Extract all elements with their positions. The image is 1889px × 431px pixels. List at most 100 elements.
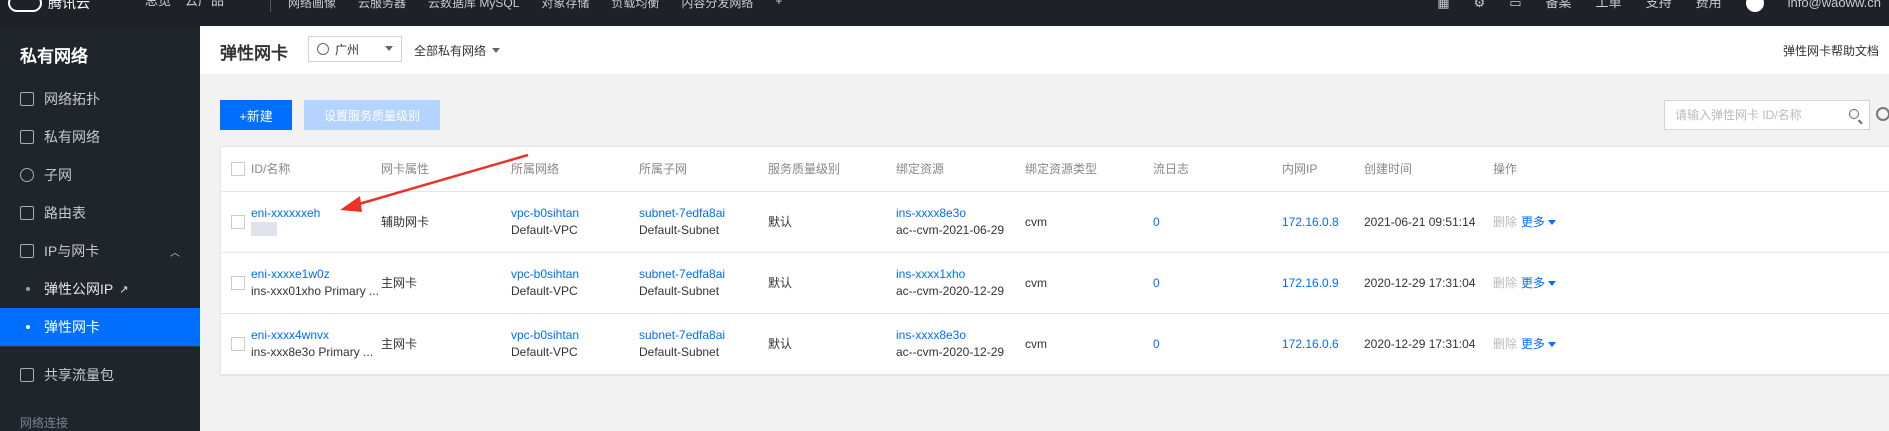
subnet-id-link[interactable]: subnet-7edfa8ai [639,327,725,343]
sidebar-item-eip[interactable]: 弹性公网IP ↗ [0,270,200,308]
set-qos-button[interactable]: 设置服务质量级别 [304,100,440,130]
more-label: 更多 [1521,215,1546,229]
topology-icon [20,92,34,106]
resource-id-link[interactable]: ins-xxxx1xho [896,266,965,282]
chevron-down-icon [1548,281,1557,287]
logo-text: 腾讯云 [48,0,90,11]
mail-icon[interactable]: ▭ [1509,0,1521,10]
nav-shortcut[interactable]: 负载均衡 [611,0,659,11]
chevron-down-icon [1548,220,1557,226]
eni-id-link[interactable]: eni-xxxxxxeh [251,205,320,221]
sidebar-item-label: 路由表 [44,205,86,221]
private-ip[interactable]: 172.16.0.8 [1282,214,1339,230]
delete-button[interactable]: 删除 [1493,214,1517,230]
flow-log-count[interactable]: 0 [1153,336,1160,352]
user-email[interactable]: info@waoww.cn [1788,0,1881,10]
col-actions: 操作 [1493,162,1518,176]
logo[interactable]: 腾讯云 [8,0,90,12]
eni-name: ins-xxx8e3o Primary ... [251,345,374,359]
nav-shortcut[interactable]: 内容分发网络 [681,0,753,11]
eni-name [251,222,277,236]
flow-log-count[interactable]: 0 [1153,275,1160,291]
subnet-icon [20,168,34,182]
private-ip[interactable]: 172.16.0.9 [1282,275,1339,291]
sidebar-item-topology[interactable]: 网络拓扑 [0,80,200,118]
sidebar-item-vpc[interactable]: 私有网络 [0,118,200,156]
sidebar-divider [0,346,200,347]
resource-id-link[interactable]: ins-xxxx8e3o [896,327,966,343]
sidebar-title: 私有网络 [20,47,88,66]
sidebar-item-label: 网络拓扑 [44,91,100,107]
nav-beian[interactable]: 备案 [1546,0,1572,10]
vpc-name: Default-VPC [511,284,578,298]
more-dropdown[interactable]: 更多 [1521,336,1557,352]
nav-shortcuts: 网络画像 云服务器 云数据库 MySQL 对象存储 负载均衡 内容分发网络 + [288,0,782,11]
sidebar-item-subnet[interactable]: 子网 [0,156,200,194]
page-header: 弹性网卡 广州 全部私有网络 弹性网卡帮助文档 [200,26,1889,75]
subnet-name: Default-Subnet [639,223,720,237]
sidebar-item-label: IP与网卡 [44,243,100,259]
nav-overview[interactable]: 总览 [145,0,171,8]
eni-id-link[interactable]: eni-xxxxe1w0z [251,266,330,282]
route-table-icon [20,206,34,220]
search-box [1664,100,1870,130]
col-resource-type: 绑定资源类型 [1025,162,1098,176]
sidebar-item-traffic-package[interactable]: 共享流量包 [0,356,200,394]
subnet-id-link[interactable]: subnet-7edfa8ai [639,266,725,282]
vpc-filter[interactable]: 全部私有网络 [414,42,501,59]
globe-icon [317,43,329,55]
col-bound-resource: 绑定资源 [896,162,945,176]
grid-icon[interactable]: ▦ [1437,0,1449,10]
nav-divider [270,0,271,12]
eni-id-link[interactable]: eni-xxxx4wnvx [251,327,329,343]
nav-left: 总览 云产品 [145,0,224,8]
settings-icon[interactable]: ⚙ [1474,0,1486,10]
new-button[interactable]: +新建 [220,100,292,130]
gear-icon[interactable] [1876,107,1889,121]
table-row: eni-xxxxe1w0z ins-xxx01xho Primary ... 主… [221,253,1889,314]
subnet-id-link[interactable]: subnet-7edfa8ai [639,205,725,221]
add-shortcut-icon[interactable]: + [775,0,782,11]
nav-billing[interactable]: 费用 [1696,0,1722,10]
nav-shortcut[interactable]: 对象存储 [541,0,589,11]
nav-shortcut[interactable]: 网络画像 [288,0,336,11]
sidebar-item-route-table[interactable]: 路由表 [0,194,200,232]
help-doc-link[interactable]: 弹性网卡帮助文档 [1783,42,1879,59]
row-checkbox[interactable] [231,337,245,351]
col-subnet: 所属子网 [639,162,688,176]
more-label: 更多 [1521,276,1546,290]
delete-button[interactable]: 删除 [1493,275,1517,291]
col-private-ip: 内网IP [1282,162,1318,176]
subnet-name: Default-Subnet [639,345,720,359]
vpc-filter-value: 全部私有网络 [414,44,487,58]
select-all-checkbox[interactable] [231,162,245,176]
resource-id-link[interactable]: ins-xxxx8e3o [896,205,966,221]
nic-attr: 主网卡 [381,276,418,290]
row-checkbox[interactable] [231,215,245,229]
nav-shortcut[interactable]: 云服务器 [358,0,406,11]
nav-products[interactable]: 云产品 [185,0,224,8]
more-dropdown[interactable]: 更多 [1521,275,1557,291]
resource-name: ac--cvm-2021-06-29 [896,223,1005,237]
more-dropdown[interactable]: 更多 [1521,214,1557,230]
search-input[interactable] [1673,107,1837,123]
row-checkbox[interactable] [231,276,245,290]
nav-support[interactable]: 支持 [1646,0,1672,10]
vpc-id-link[interactable]: vpc-b0sihtan [511,266,579,282]
nav-right: ▦ ⚙ ▭ 备案 工单 支持 费用 info@waoww.cn [1437,0,1881,12]
eni-name: ins-xxx01xho Primary ... [251,284,380,298]
vpc-id-link[interactable]: vpc-b0sihtan [511,327,579,343]
search-icon[interactable] [1849,109,1859,119]
flow-log-count[interactable]: 0 [1153,214,1160,230]
sidebar-item-label: 子网 [44,167,72,183]
region-select[interactable]: 广州 [308,36,402,62]
sidebar-item-eni[interactable]: 弹性网卡 [0,308,200,346]
delete-button[interactable]: 删除 [1493,336,1517,352]
qos-level: 默认 [768,215,793,229]
nav-tickets[interactable]: 工单 [1596,0,1622,10]
sidebar-item-ip-nic[interactable]: IP与网卡 ︿ [0,232,200,270]
sidebar-item-label: 弹性网卡 [44,319,100,335]
private-ip[interactable]: 172.16.0.6 [1282,336,1339,352]
avatar[interactable] [1745,0,1764,12]
nav-shortcut[interactable]: 云数据库 MySQL [428,0,519,11]
